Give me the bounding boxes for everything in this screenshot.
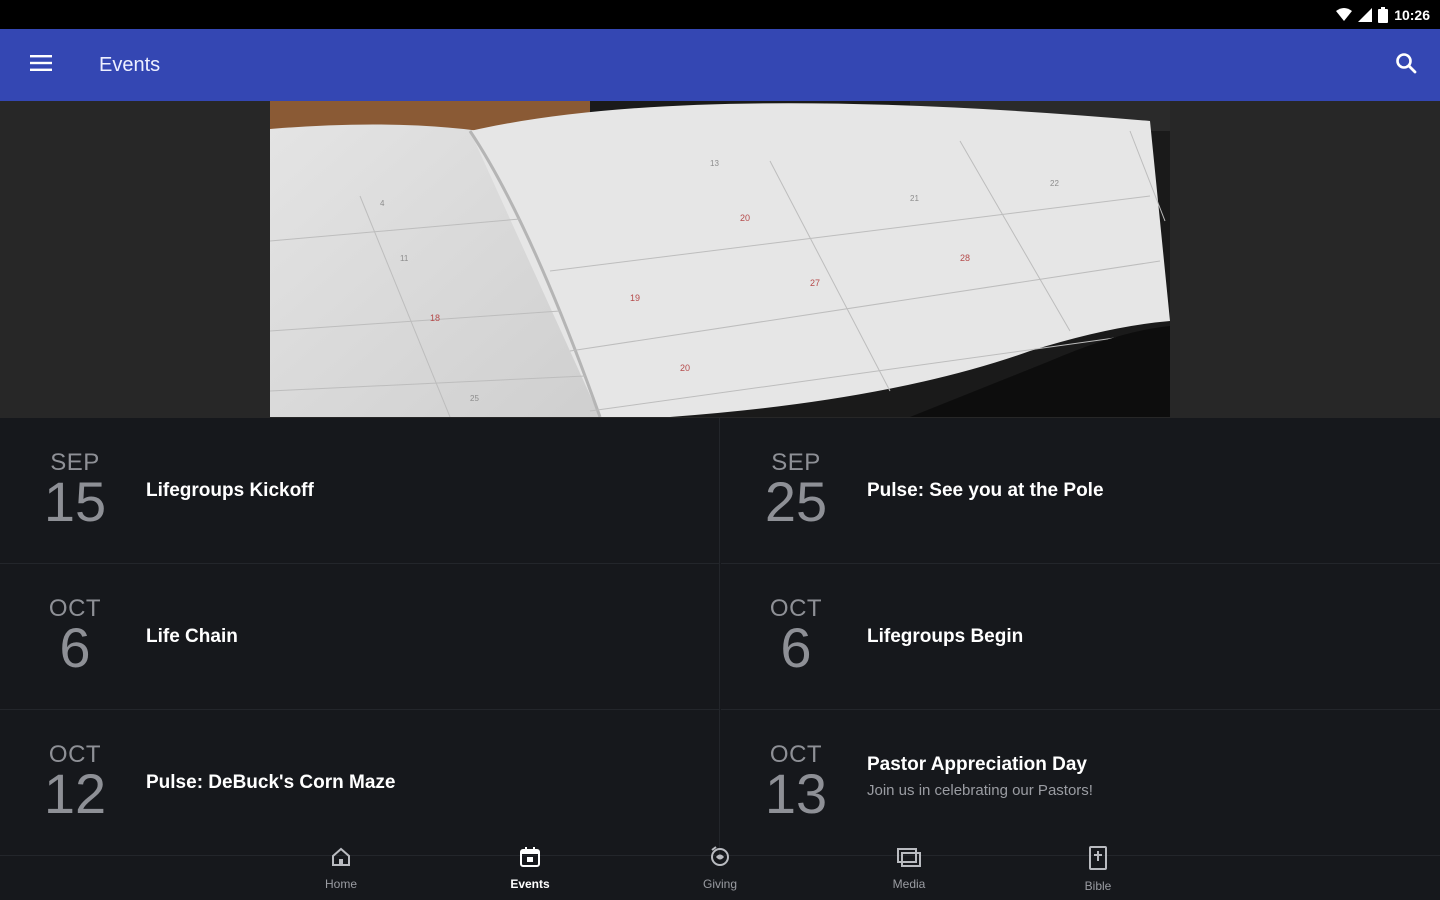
event-day: 6 xyxy=(780,616,812,679)
svg-text:28: 28 xyxy=(960,253,970,263)
svg-text:11: 11 xyxy=(400,254,409,263)
calendar-icon xyxy=(519,846,541,873)
event-item[interactable]: SEP 25 Pulse: See you at the Pole xyxy=(721,418,1440,564)
nav-label: Events xyxy=(510,877,550,891)
events-grid: SEP 15 Lifegroups Kickoff SEP 25 Pulse: … xyxy=(0,418,1440,900)
bible-icon xyxy=(1087,846,1109,875)
hero-banner: 20 27 28 19 20 18 4 11 25 21 22 13 xyxy=(0,101,1440,418)
page-title: Events xyxy=(99,53,161,76)
event-title: Pulse: DeBuck's Corn Maze xyxy=(146,772,396,793)
nav-giving[interactable]: Giving xyxy=(680,846,760,891)
event-day: 15 xyxy=(43,470,107,533)
nav-events[interactable]: Events xyxy=(490,846,570,891)
event-date: OCT 12 xyxy=(40,742,110,825)
hero-image: 20 27 28 19 20 18 4 11 25 21 22 13 xyxy=(270,101,1170,417)
event-day: 25 xyxy=(764,470,828,533)
event-date: OCT 6 xyxy=(40,596,110,679)
nav-media[interactable]: Media xyxy=(869,846,949,891)
nav-label: Giving xyxy=(702,877,737,891)
search-icon xyxy=(1395,52,1417,79)
svg-text:21: 21 xyxy=(910,194,919,203)
svg-text:13: 13 xyxy=(710,159,719,168)
svg-text:25: 25 xyxy=(470,394,479,403)
svg-text:27: 27 xyxy=(810,278,820,288)
app-bar: Events xyxy=(0,29,1440,101)
event-item[interactable]: OCT 13 Pastor Appreciation Day Join us i… xyxy=(721,710,1440,856)
event-subtitle: Join us in celebrating our Pastors! xyxy=(867,782,1093,799)
search-button[interactable] xyxy=(1388,47,1424,83)
event-date: SEP 25 xyxy=(761,450,831,533)
nav-label: Home xyxy=(324,877,357,891)
battery-icon xyxy=(1378,6,1389,23)
nav-label: Bible xyxy=(1084,879,1112,893)
svg-text:18: 18 xyxy=(430,313,440,323)
menu-button[interactable] xyxy=(0,29,82,101)
nav-home[interactable]: Home xyxy=(301,846,381,891)
event-item[interactable]: SEP 15 Lifegroups Kickoff xyxy=(0,418,720,564)
home-icon xyxy=(330,846,352,873)
signal-icon xyxy=(1358,7,1373,22)
event-title: Pastor Appreciation Day xyxy=(867,754,1087,775)
event-title: Pulse: See you at the Pole xyxy=(867,480,1104,501)
event-title: Life Chain xyxy=(146,626,238,647)
event-day: 13 xyxy=(764,762,828,825)
nav-label: Media xyxy=(892,877,926,891)
status-time: 10:26 xyxy=(1394,6,1430,23)
svg-text:22: 22 xyxy=(1050,179,1059,188)
event-item[interactable]: OCT 12 Pulse: DeBuck's Corn Maze xyxy=(0,710,720,856)
giving-icon xyxy=(708,846,732,873)
event-day: 12 xyxy=(43,762,107,825)
nav-bible[interactable]: Bible xyxy=(1058,846,1138,893)
media-icon xyxy=(896,846,922,873)
event-date: OCT 6 xyxy=(761,596,831,679)
event-item[interactable]: OCT 6 Lifegroups Begin xyxy=(721,564,1440,710)
event-item[interactable]: OCT 6 Life Chain xyxy=(0,564,720,710)
event-date: OCT 13 xyxy=(761,742,831,825)
status-bar: 10:26 xyxy=(0,0,1440,29)
wifi-icon xyxy=(1336,7,1353,22)
svg-text:20: 20 xyxy=(680,363,690,373)
svg-text:20: 20 xyxy=(740,213,750,223)
menu-icon xyxy=(30,54,52,77)
event-date: SEP 15 xyxy=(40,450,110,533)
svg-text:4: 4 xyxy=(380,199,385,208)
event-day: 6 xyxy=(59,616,91,679)
event-title: Lifegroups Begin xyxy=(867,626,1024,647)
svg-text:19: 19 xyxy=(630,293,640,303)
bottom-navigation: Home Events Giving Media Bible xyxy=(0,840,1440,900)
event-title: Lifegroups Kickoff xyxy=(146,480,314,501)
